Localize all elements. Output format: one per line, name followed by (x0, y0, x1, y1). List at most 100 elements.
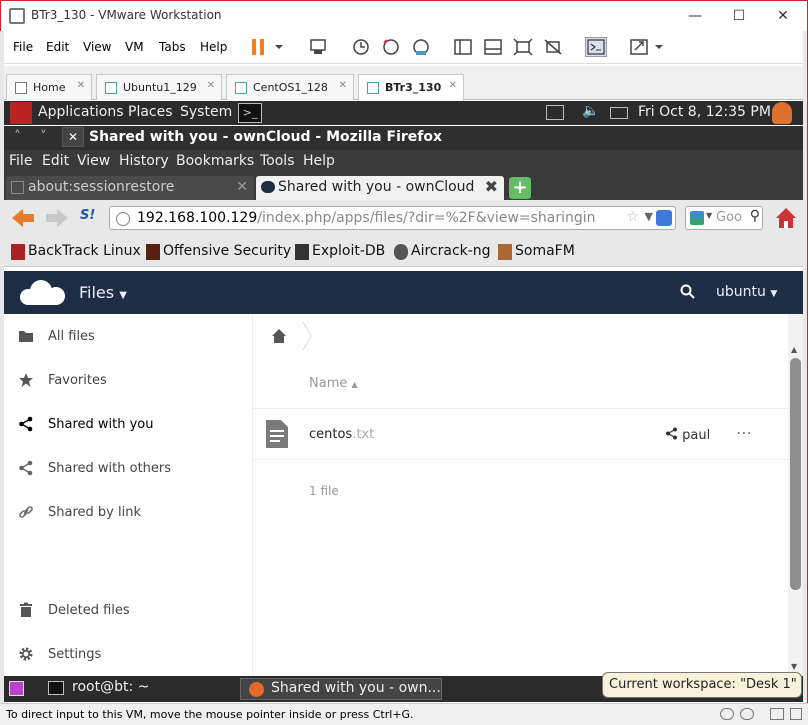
ff-menu-tools[interactable]: Tools (260, 153, 295, 169)
ff-menu-bookmarks[interactable]: Bookmarks (176, 153, 254, 169)
mail-icon[interactable] (610, 107, 628, 119)
search-engine-chevron-icon[interactable]: ▼ (706, 211, 712, 220)
backtrack-logo-icon[interactable] (10, 102, 32, 124)
thumbnail-bar-icon[interactable] (482, 37, 504, 57)
chevron-down-icon[interactable] (272, 37, 286, 57)
ff-menu-edit[interactable]: Edit (42, 153, 69, 169)
tab-sessionrestore[interactable]: about:sessionrestore ✕ (6, 176, 254, 200)
home-icon[interactable] (774, 206, 798, 234)
sidebar-item-favorites[interactable]: Favorites (4, 358, 253, 402)
sidebar-item-shared-with-others[interactable]: Shared with others (4, 446, 253, 490)
tab-home-label: Home (33, 81, 66, 94)
addon-icon[interactable]: S! (80, 208, 100, 228)
network-adapter-icon[interactable] (770, 708, 784, 720)
pause-icon[interactable] (248, 37, 270, 57)
menu-system[interactable]: System (180, 104, 232, 120)
unity-mode-icon[interactable] (542, 37, 564, 57)
ff-menu-help[interactable]: Help (303, 153, 335, 169)
menu-help[interactable]: Help (200, 40, 227, 54)
bookmark-offensive-security[interactable]: Offensive Security (146, 243, 291, 260)
tab-shared-with-you[interactable]: Shared with you - ownCloud ✖ (256, 176, 504, 200)
scroll-down-icon[interactable]: ▼ (791, 662, 797, 671)
share-owner[interactable]: paul (665, 427, 710, 443)
tab-ubuntu1[interactable]: Ubuntu1_129 ✕ (96, 74, 222, 100)
cdrom-icon[interactable] (740, 708, 754, 720)
chevron-up-icon[interactable]: ˄ (14, 129, 21, 145)
tab-btr3[interactable]: BTr3_130 ✕ (358, 74, 464, 101)
close-icon[interactable]: ✕ (207, 80, 215, 91)
reload-icon[interactable] (656, 210, 672, 226)
menu-file[interactable]: File (13, 40, 33, 54)
menu-view[interactable]: View (83, 40, 111, 54)
new-tab-icon[interactable]: + (509, 177, 531, 199)
volume-icon[interactable]: 🔈 (582, 103, 599, 119)
chevron-down-icon[interactable]: ˅ (40, 129, 47, 145)
close-button[interactable]: ✕ (769, 5, 797, 27)
usb-icon[interactable] (790, 708, 802, 720)
sidebar-item-settings[interactable]: Settings (4, 632, 253, 676)
revert-snapshot-icon[interactable] (380, 37, 402, 57)
ff-menu-history[interactable]: History (119, 153, 169, 169)
hdd-icon[interactable] (720, 708, 734, 720)
app-switcher[interactable]: Files ▼ (79, 283, 127, 302)
close-icon[interactable]: ✖ (485, 177, 498, 196)
search-input[interactable]: ▼ Goo ⚲ (685, 206, 763, 230)
console-view-icon[interactable] (585, 37, 607, 57)
close-icon[interactable]: ✕ (339, 80, 347, 91)
sidebar-item-shared-with-you[interactable]: Shared with you (4, 402, 253, 446)
full-screen-icon[interactable] (512, 37, 534, 57)
dropdown-chevron-icon[interactable]: ▼ (645, 210, 653, 223)
bookmark-somafm[interactable]: SomaFM (498, 243, 575, 260)
taskbar-terminal[interactable]: root@bt: ~ (42, 678, 240, 700)
close-icon[interactable]: ✕ (449, 80, 457, 91)
snapshot-manager-icon[interactable] (410, 37, 432, 57)
snapshot-icon[interactable] (350, 37, 372, 57)
menu-applications[interactable]: Applications (38, 104, 124, 120)
menu-tabs[interactable]: Tabs (159, 40, 186, 54)
window-close-icon[interactable]: ✕ (62, 127, 84, 147)
bookmark-exploit-db[interactable]: Exploit-DB (295, 243, 385, 260)
sidebar-item-deleted-files[interactable]: Deleted files (4, 588, 253, 632)
taskbar-firefox[interactable]: Shared with you - own... (240, 678, 442, 700)
sidebar-toggle-icon[interactable] (452, 37, 474, 57)
url-bar[interactable]: 192.168.100.129/index.php/apps/files/?di… (109, 206, 676, 230)
clock[interactable]: Fri Oct 8, 12:35 PM (638, 104, 771, 120)
stretch-guest-icon[interactable] (628, 37, 650, 57)
owncloud-logo-icon[interactable] (14, 279, 70, 311)
minimize-button[interactable]: — (681, 5, 709, 27)
menu-places[interactable]: Places (128, 104, 173, 120)
send-ctrl-alt-del-icon[interactable] (308, 37, 330, 57)
close-icon[interactable]: ✕ (236, 179, 248, 195)
tab-centos1[interactable]: CentOS1_128 ✕ (226, 74, 354, 100)
tab-home[interactable]: Home ✕ (6, 74, 92, 100)
stretch-chevron-down-icon[interactable] (652, 37, 666, 57)
scroll-up-icon[interactable]: ▲ (791, 345, 797, 354)
forward-arrow-icon[interactable] (44, 207, 70, 233)
more-actions-icon[interactable]: ⋯ (736, 423, 753, 442)
user-menu[interactable]: ubuntu ▼ (716, 284, 777, 300)
vmware-menubar: File Edit View VM Tabs Help (0, 31, 808, 64)
bookmark-star-icon[interactable]: ☆ (626, 209, 639, 225)
terminal-launcher-icon[interactable]: >_ (238, 103, 262, 123)
search-icon[interactable]: ⚲ (750, 208, 760, 224)
table-row[interactable]: centos.txt paul ⋯ (253, 409, 790, 459)
breadcrumb-home-icon[interactable] (271, 328, 287, 348)
ff-menu-view[interactable]: View (77, 153, 110, 169)
column-name-header[interactable]: Name ▲ (309, 376, 358, 391)
file-name[interactable]: centos.txt (309, 427, 374, 442)
bookmark-aircrack[interactable]: Aircrack-ng (394, 243, 491, 260)
ff-menu-file[interactable]: File (9, 153, 32, 169)
sidebar-item-shared-by-link[interactable]: Shared by link (4, 490, 253, 534)
search-icon[interactable] (680, 284, 696, 304)
maximize-button[interactable]: ☐ (725, 5, 753, 27)
close-icon[interactable]: ✕ (77, 80, 85, 91)
show-desktop-icon[interactable] (9, 681, 24, 696)
user-icon[interactable] (772, 102, 792, 124)
bookmark-backtrack[interactable]: BackTrack Linux (11, 243, 141, 260)
menu-vm[interactable]: VM (125, 40, 144, 54)
back-arrow-icon[interactable] (10, 207, 36, 233)
scrollbar-thumb[interactable] (790, 358, 801, 590)
menu-edit[interactable]: Edit (46, 40, 69, 54)
sidebar-item-all-files[interactable]: All files (4, 314, 253, 358)
network-icon[interactable] (546, 105, 564, 120)
